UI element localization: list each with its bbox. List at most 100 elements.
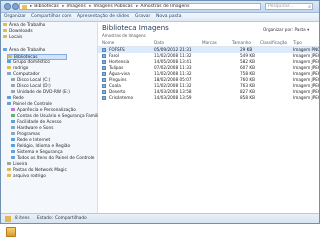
sidebar-item-label: Pastas do Network Magic [13,168,67,173]
sidebar-item-label: Área de Trabalho [9,48,46,53]
sidebar-item-label: Hardware e Sons [17,126,54,131]
search-icon[interactable]: ⌕ [308,4,311,10]
globe-icon [11,138,15,141]
sidebar-item-label: arquivo rodrigo [13,174,46,179]
column-header-row: Nome Data Marcas Tamanho Classificação T… [98,39,319,47]
details-pane: 8 itens Estado: Compartilhado [1,213,319,223]
sidebar-item-label: Programas [17,132,41,137]
breadcrumb-item-bibliotecas[interactable]: Bibliotecas [34,4,59,9]
chevron-right-icon: ▸ [62,4,65,9]
sidebar-item-label: Lixeira [13,162,28,167]
command-bar: Organizar Compartilhar com Apresentação … [1,13,319,22]
network-icon [7,96,11,99]
burn-button[interactable]: Gravar [135,13,150,21]
search-input[interactable]: Pesquisar... ⌕ [265,3,313,10]
chevron-down-icon: ▾ [307,27,310,32]
state-label: Estado: [37,216,54,221]
column-header-size[interactable]: Tamanho [232,39,251,46]
item-count: 8 itens [15,216,30,221]
library-icon [5,216,11,222]
sidebar-item-label: Facilidade de Acesso [17,120,62,125]
sidebar-item-label: Disco Local (D:) [17,84,51,89]
printer-icon [11,126,15,129]
user-folder-icon [7,66,11,69]
arrange-by-label: Organizar por: [263,27,294,32]
arrange-by-value[interactable]: Pasta [294,27,305,32]
taskbar [0,224,320,240]
column-header-tags[interactable]: Marcas [202,39,217,46]
control-panel-icon [7,102,11,105]
sidebar-item-label: Contas de Usuário e Segurança Familiar [17,114,103,119]
forward-button[interactable] [12,3,19,10]
computer-icon [7,72,11,75]
control-panel-icon [11,156,15,159]
users-icon [11,114,15,117]
appearance-icon [11,108,15,111]
library-icon [8,55,12,58]
image-file-icon [102,78,106,82]
image-file-icon [102,90,106,94]
sidebar-item-label: Computador [13,72,40,77]
dvd-drive-icon [11,90,15,93]
file-row[interactable]: Crisântemo 14/03/2008 13:59 858 KB Image… [98,95,319,101]
column-header-date[interactable]: Data [154,39,164,46]
new-folder-button[interactable]: Nova pasta [156,13,181,21]
sidebar-item-label: Sistema e Segurança [17,150,63,155]
chevron-right-icon: ▸ [136,4,139,9]
breadcrumb-item-imagens-publicas[interactable]: Imagens Públicas [94,4,133,9]
shield-icon [11,150,15,153]
library-subtitle: Amostras de Imagens [102,33,146,38]
sidebar-item-label: Rede e Internet [17,138,51,143]
folder-icon [3,35,7,38]
address-bar: ▸ Bibliotecas ▸ Imagens ▸ Imagens Públicas … [1,1,319,13]
sidebar-item-arquivo-rodrigo[interactable]: arquivo rodrigo [7,174,46,180]
breadcrumb[interactable]: ▸ Bibliotecas ▸ Imagens ▸ Imagens Públicas … [19,3,261,10]
chevron-right-icon: ▸ [89,4,92,9]
folder-icon [22,5,27,9]
recycle-bin-icon [7,162,11,165]
column-header-rating[interactable]: Classificação [260,39,287,46]
file-size: 858 KB [240,95,255,100]
sidebar-item-label: Rede [13,96,24,101]
programs-icon [11,132,15,135]
column-header-name[interactable]: Nome [102,39,114,46]
navigation-pane: Área de Trabalho Downloads Locais Área d… [1,22,103,213]
desktop-icon [3,48,7,51]
file-type: Imagem JPEG [293,95,320,100]
sidebar-item-label: Área de Trabalho [9,23,46,28]
drive-icon [11,84,15,87]
organize-button[interactable]: Organizar [4,13,26,21]
sidebar-item-locais[interactable]: Locais [3,35,22,41]
image-file-icon [102,60,106,64]
arrange-by[interactable]: Organizar por: Pasta ▾ [263,27,309,32]
clock-icon [11,144,15,147]
file-date: 14/03/2008 13:59 [154,95,192,100]
search-placeholder: Pesquisar... [268,4,294,9]
file-name: Crisântemo [109,95,134,100]
image-file-icon [102,96,106,100]
back-button[interactable] [4,3,11,10]
content-pane: Biblioteca Imagens Amostras de Imagens O… [98,22,319,213]
share-with-button[interactable]: Compartilhar com [31,13,72,21]
explorer-taskbar-icon[interactable] [6,227,16,237]
folder-icon [7,168,11,171]
breadcrumb-item-amostras[interactable]: Amostras de Imagens [140,4,189,9]
explorer-window: ▸ Bibliotecas ▸ Imagens ▸ Imagens Públicas … [0,0,320,224]
folder-icon [3,29,7,32]
column-header-type[interactable]: Tipo [293,39,302,46]
image-file-icon [102,72,106,76]
slideshow-button[interactable]: Apresentação de slides [77,13,129,21]
sidebar-item-label: Unidade de DVD-RW (E:) [17,90,70,95]
sidebar-item-label: Grupo doméstico [13,60,50,65]
state-value: Compartilhado [55,216,87,221]
accessibility-icon [11,120,15,123]
image-file-icon [102,48,106,52]
library-title: Biblioteca Imagens [102,24,169,32]
image-file-icon [102,66,106,70]
sidebar-item-label: Disco Local (C:) [17,78,51,83]
breadcrumb-item-imagens[interactable]: Imagens [67,4,86,9]
folder-icon [3,23,7,26]
image-file-icon [102,54,106,58]
chevron-right-icon: ▸ [30,4,33,9]
image-file-icon [102,84,106,88]
